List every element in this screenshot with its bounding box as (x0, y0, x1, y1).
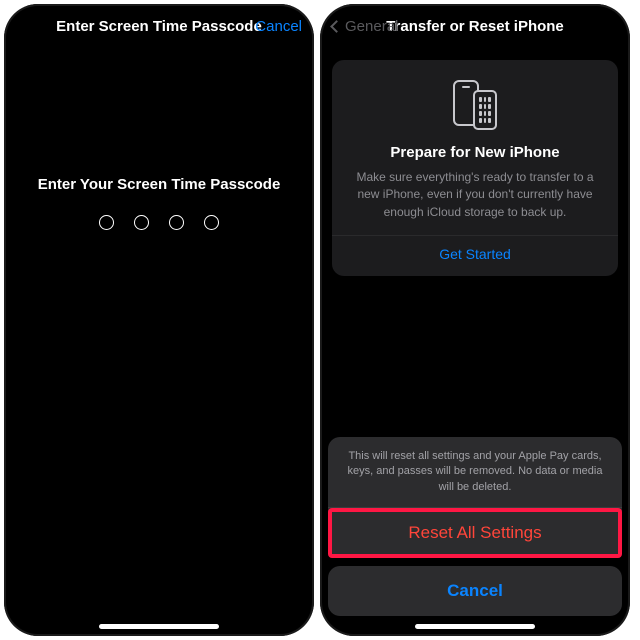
sheet-cancel-button[interactable]: Cancel (328, 566, 622, 616)
passcode-prompt: Enter Your Screen Time Passcode (4, 176, 314, 193)
prepare-title: Prepare for New iPhone (348, 144, 602, 161)
passcode-dot (204, 215, 219, 230)
nav-title: Transfer or Reset iPhone (386, 18, 564, 35)
devices-icon (348, 80, 602, 130)
home-indicator[interactable] (415, 624, 535, 629)
passcode-dots[interactable] (4, 215, 314, 230)
screen-transfer-reset: General Transfer or Reset iPhone Prepare… (320, 4, 630, 636)
chevron-left-icon (330, 20, 343, 33)
home-indicator[interactable] (99, 624, 219, 629)
reset-all-settings-button[interactable]: Reset All Settings (328, 507, 622, 558)
screen-passcode: Enter Screen Time Passcode Cancel Enter … (4, 4, 314, 636)
passcode-dot (99, 215, 114, 230)
prepare-card: Prepare for New iPhone Make sure everyth… (332, 60, 618, 276)
back-label: General (345, 18, 398, 35)
divider (332, 235, 618, 236)
navbar: Enter Screen Time Passcode Cancel (4, 4, 314, 48)
action-sheet: This will reset all settings and your Ap… (328, 437, 622, 616)
passcode-dot (134, 215, 149, 230)
sheet-message: This will reset all settings and your Ap… (328, 437, 622, 507)
back-button[interactable]: General (332, 18, 398, 35)
passcode-dot (169, 215, 184, 230)
passcode-area: Enter Your Screen Time Passcode (4, 176, 314, 230)
navbar: General Transfer or Reset iPhone (320, 4, 630, 48)
cancel-button[interactable]: Cancel (255, 18, 302, 35)
get-started-button[interactable]: Get Started (348, 246, 602, 262)
nav-title: Enter Screen Time Passcode (56, 18, 262, 35)
sheet-action-label: Reset All Settings (408, 523, 541, 542)
prepare-desc: Make sure everything's ready to transfer… (348, 169, 602, 221)
